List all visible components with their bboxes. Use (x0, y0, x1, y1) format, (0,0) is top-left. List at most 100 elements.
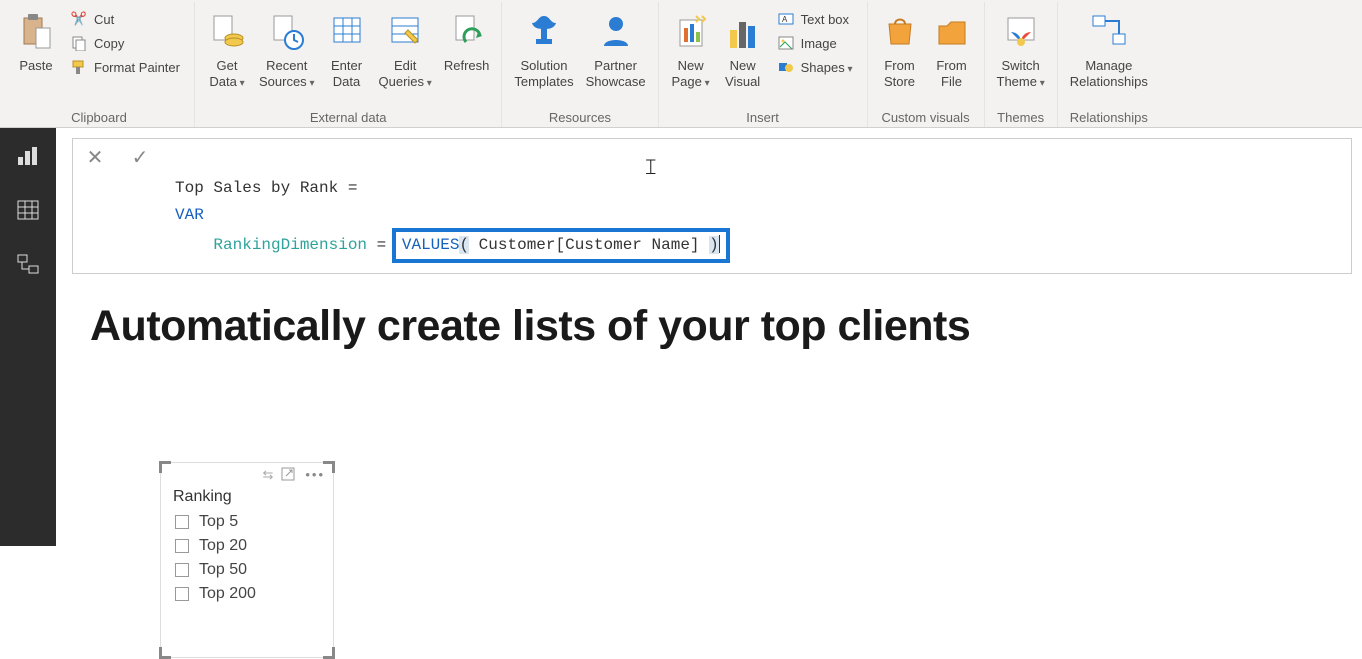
report-view-button[interactable] (8, 138, 48, 174)
text-cursor (719, 235, 720, 253)
manage-relationships-label: Manage Relationships (1070, 58, 1148, 89)
paste-icon (18, 8, 54, 56)
checkbox-icon[interactable] (175, 539, 189, 553)
switch-theme-icon (1004, 8, 1038, 56)
formula-open-paren: ( (459, 236, 469, 254)
solution-templates-button[interactable]: Solution Templates (508, 6, 579, 91)
edit-queries-label: Edit Queries (379, 58, 432, 90)
resize-handle-bl[interactable] (159, 647, 171, 659)
edit-queries-icon (388, 8, 422, 56)
format-painter-button[interactable]: Format Painter (66, 56, 184, 78)
group-resources: Solution Templates Partner Showcase Reso… (502, 2, 658, 127)
solution-templates-label: Solution Templates (514, 58, 573, 89)
from-store-icon (883, 8, 917, 56)
formula-var-name: RankingDimension (213, 236, 367, 254)
group-external-label: External data (201, 107, 495, 127)
model-view-button[interactable] (8, 246, 48, 282)
slicer-focus-icon[interactable] (281, 467, 295, 484)
slicer-item-label: Top 50 (199, 561, 247, 579)
refresh-button[interactable]: Refresh (438, 6, 496, 76)
ibeam-cursor-icon: 𝙸 (643, 149, 659, 185)
cut-button[interactable]: ✂️ Cut (66, 8, 184, 30)
switch-theme-button[interactable]: Switch Theme (991, 6, 1051, 92)
group-themes: Switch Theme Themes (985, 2, 1058, 127)
slicer-title: Ranking (161, 488, 333, 510)
group-insert-label: Insert (665, 107, 861, 127)
formula-editor[interactable]: Top Sales by Rank = VAR RankingDimension… (163, 139, 1351, 273)
group-insert: New Page New Visual A Text box (659, 2, 868, 127)
view-switcher (0, 128, 56, 546)
checkbox-icon[interactable] (175, 563, 189, 577)
formula-cancel-button[interactable]: ✕ (73, 139, 117, 175)
manage-relationships-button[interactable]: Manage Relationships (1064, 6, 1154, 91)
checkbox-icon[interactable] (175, 515, 189, 529)
solution-templates-icon (526, 8, 562, 56)
formula-close-paren: ) (709, 236, 719, 254)
format-painter-icon (70, 58, 88, 76)
data-view-button[interactable] (8, 192, 48, 228)
from-store-button[interactable]: From Store (874, 6, 926, 91)
slicer-item[interactable]: Top 50 (161, 558, 333, 582)
cut-icon: ✂️ (70, 10, 88, 28)
resize-handle-tl[interactable] (159, 461, 171, 473)
new-visual-label: New Visual (725, 58, 760, 89)
text-box-icon: A (777, 10, 795, 28)
enter-data-icon (330, 8, 364, 56)
slicer-item-label: Top 200 (199, 585, 256, 603)
image-icon (777, 34, 795, 52)
formula-function: VALUES (402, 236, 460, 254)
get-data-button[interactable]: Get Data (201, 6, 253, 92)
formula-var-keyword: VAR (175, 206, 204, 224)
formula-highlight: VALUES( Customer[Customer Name] ) (392, 228, 730, 262)
from-file-icon (935, 8, 969, 56)
paste-button[interactable]: Paste (10, 6, 62, 76)
recent-sources-label: Recent Sources (259, 58, 315, 90)
group-relationships: Manage Relationships Relationships (1058, 2, 1160, 127)
partner-showcase-button[interactable]: Partner Showcase (580, 6, 652, 91)
recent-sources-button[interactable]: Recent Sources (253, 6, 321, 92)
partner-showcase-icon (598, 8, 634, 56)
from-file-label: From File (936, 58, 966, 89)
enter-data-button[interactable]: Enter Data (321, 6, 373, 91)
slicer-item[interactable]: Top 200 (161, 582, 333, 606)
page-title: Automatically create lists of your top c… (90, 302, 1362, 351)
new-visual-button[interactable]: New Visual (717, 6, 769, 91)
formula-equals: = (377, 236, 387, 254)
formula-line1: Top Sales by Rank = (175, 179, 357, 197)
manage-relationships-icon (1089, 8, 1129, 56)
image-label: Image (801, 36, 837, 51)
shapes-icon (777, 58, 795, 76)
workspace: ✕ ✓ Top Sales by Rank = VAR RankingDimen… (0, 128, 1362, 546)
main-area: ✕ ✓ Top Sales by Rank = VAR RankingDimen… (56, 128, 1362, 546)
cut-label: Cut (94, 12, 114, 27)
copy-button[interactable]: Copy (66, 32, 184, 54)
group-custom-visuals: From Store From File Custom visuals (868, 2, 985, 127)
slicer-header: ⇆ ••• (161, 463, 333, 488)
group-resources-label: Resources (508, 107, 651, 127)
new-page-button[interactable]: New Page (665, 6, 717, 92)
group-custom-visuals-label: Custom visuals (874, 107, 978, 127)
shapes-button[interactable]: Shapes (773, 56, 857, 78)
slicer-drag-icon[interactable]: ⇆ (262, 467, 271, 484)
image-button[interactable]: Image (773, 32, 857, 54)
ranking-slicer[interactable]: ⇆ ••• Ranking Top 5 Top 20 Top 50 Top 20… (160, 462, 334, 658)
refresh-label: Refresh (444, 58, 490, 74)
shapes-label: Shapes (801, 60, 853, 75)
slicer-item[interactable]: Top 20 (161, 534, 333, 558)
refresh-icon (450, 8, 484, 56)
resize-handle-br[interactable] (323, 647, 335, 659)
from-file-button[interactable]: From File (926, 6, 978, 91)
resize-handle-tr[interactable] (323, 461, 335, 473)
paste-label: Paste (19, 58, 52, 74)
formula-arg: Customer[Customer Name] (469, 236, 709, 254)
switch-theme-label: Switch Theme (997, 58, 1045, 90)
checkbox-icon[interactable] (175, 587, 189, 601)
formula-commit-button[interactable]: ✓ (118, 139, 162, 175)
slicer-item[interactable]: Top 5 (161, 510, 333, 534)
text-box-button[interactable]: A Text box (773, 8, 857, 30)
formula-bar: ✕ ✓ Top Sales by Rank = VAR RankingDimen… (72, 138, 1352, 274)
edit-queries-button[interactable]: Edit Queries (373, 6, 438, 92)
group-clipboard-label: Clipboard (10, 107, 188, 127)
text-box-label: Text box (801, 12, 849, 27)
slicer-item-label: Top 20 (199, 537, 247, 555)
